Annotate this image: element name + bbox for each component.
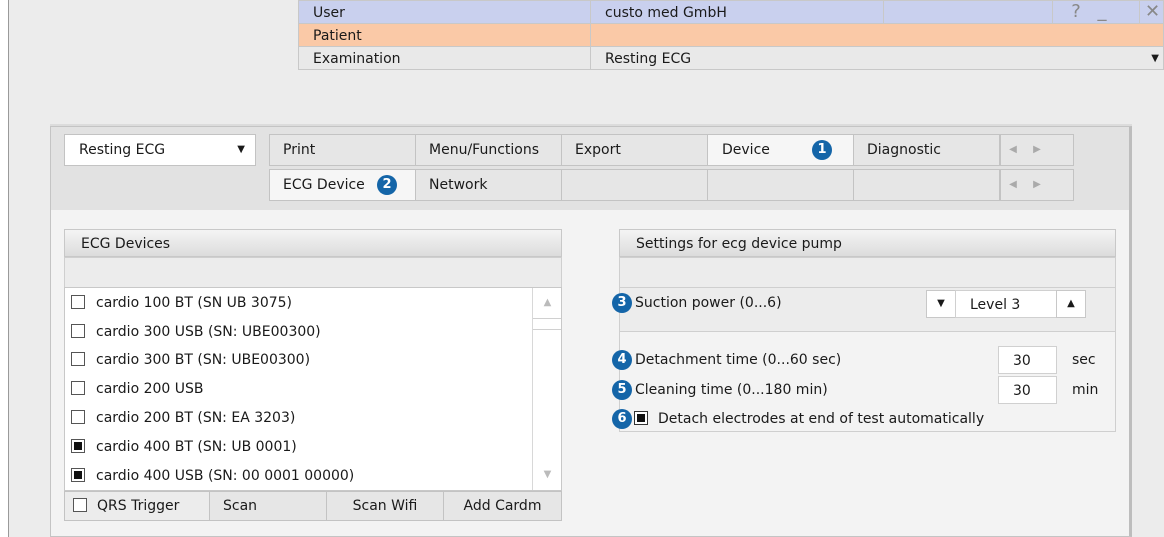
user-extra-cell	[883, 0, 1053, 24]
tab-export[interactable]: Export	[561, 134, 708, 166]
scan-wifi-button[interactable]: Scan Wifi	[326, 491, 444, 521]
detachment-time-label: Detachment time (0...60 sec)	[635, 352, 842, 368]
tab-network-label: Network	[429, 177, 488, 193]
patient-label: Patient	[298, 23, 591, 47]
tab-scroll-row2: ◀ ▶	[1000, 169, 1074, 201]
user-value: custo med GmbH	[590, 0, 884, 24]
tab-device[interactable]: Device 1	[707, 134, 854, 166]
tab-empty	[561, 169, 708, 201]
patient-value	[590, 23, 1164, 47]
chevron-down-icon: ▼	[237, 144, 245, 155]
chevron-down-icon[interactable]: ▼	[1151, 47, 1159, 69]
tab-print-label: Print	[283, 142, 316, 158]
examination-value: Resting ECG	[605, 51, 692, 67]
qrs-trigger-checkbox[interactable]: QRS Trigger	[64, 491, 210, 521]
module-select-value: Resting ECG	[79, 142, 166, 158]
pump-settings-toolbar	[619, 257, 1116, 288]
list-item-label: cardio 400 USB (SN: 00 0001 00000)	[96, 468, 355, 484]
scrollbar[interactable]: ▲ ▼	[532, 288, 561, 490]
scroll-up-icon[interactable]: ▲	[533, 288, 561, 318]
close-icon[interactable]: ✕	[1139, 1, 1163, 23]
callout-badge-3: 3	[612, 293, 632, 313]
tab-ecg-device-label: ECG Device	[283, 177, 365, 193]
chevron-right-icon[interactable]: ▶	[1025, 135, 1049, 165]
help-icon[interactable]: ?	[1063, 1, 1089, 23]
minimize-icon[interactable]: _	[1089, 1, 1115, 23]
checkbox[interactable]	[71, 410, 85, 424]
list-item-label: cardio 400 BT (SN: UB 0001)	[96, 439, 297, 455]
callout-badge-6: 6	[612, 409, 632, 429]
list-item[interactable]: cardio 400 BT (SN: UB 0001)	[71, 433, 297, 461]
scan-button[interactable]: Scan	[209, 491, 327, 521]
callout-badge-2: 2	[377, 175, 397, 195]
checkbox-checked[interactable]	[71, 439, 85, 453]
ecg-device-list[interactable]: cardio 100 BT (SN UB 3075) cardio 300 US…	[64, 287, 562, 491]
list-item-label: cardio 300 USB (SN: UBE00300)	[96, 324, 321, 340]
checkbox[interactable]	[73, 498, 87, 512]
list-item[interactable]: cardio 300 USB (SN: UBE00300)	[71, 318, 321, 346]
tab-diagnostic[interactable]: Diagnostic	[853, 134, 1000, 166]
tab-scroll-row1: ◀ ▶	[1000, 134, 1074, 166]
checkbox[interactable]	[71, 295, 85, 309]
suction-power-label: Suction power (0...6)	[635, 295, 782, 311]
suction-power-value[interactable]: Level 3	[955, 290, 1057, 318]
detachment-time-input[interactable]: 30	[998, 346, 1057, 374]
tab-menu-functions-label: Menu/Functions	[429, 142, 539, 158]
tab-network[interactable]: Network	[415, 169, 562, 201]
chevron-right-icon[interactable]: ▶	[1025, 170, 1049, 200]
examination-select[interactable]: Resting ECG ▼	[590, 46, 1164, 70]
callout-badge-1: 1	[812, 140, 832, 160]
user-label: User	[298, 0, 591, 24]
detachment-unit: sec	[1072, 352, 1096, 368]
list-item-label: cardio 100 BT (SN UB 3075)	[96, 295, 293, 311]
suction-decrease-button[interactable]: ▼	[926, 290, 956, 318]
list-item-label: cardio 300 BT (SN: UBE00300)	[96, 352, 311, 368]
checkbox-checked[interactable]	[634, 411, 648, 425]
ecg-devices-title: ECG Devices	[64, 229, 562, 257]
tab-device-label: Device	[722, 142, 770, 158]
list-item[interactable]: cardio 100 BT (SN UB 3075)	[71, 289, 292, 317]
window-controls: ? _ ✕	[1052, 0, 1164, 24]
auto-detach-checkbox[interactable]: Detach electrodes at end of test automat…	[630, 407, 984, 431]
scroll-down-icon[interactable]: ▼	[533, 460, 561, 490]
checkbox[interactable]	[71, 381, 85, 395]
auto-detach-label: Detach electrodes at end of test automat…	[658, 411, 985, 427]
suction-increase-button[interactable]: ▲	[1056, 290, 1086, 318]
list-item-label: cardio 200 BT (SN: EA 3203)	[96, 410, 296, 426]
scrollbar-thumb[interactable]	[533, 318, 561, 330]
tab-menu-functions[interactable]: Menu/Functions	[415, 134, 562, 166]
examination-label: Examination	[298, 46, 591, 70]
add-cardm-button[interactable]: Add Cardm	[443, 491, 562, 521]
cleaning-unit: min	[1072, 382, 1099, 398]
ecg-devices-toolbar	[64, 257, 562, 288]
cleaning-time-label: Cleaning time (0...180 min)	[635, 382, 828, 398]
pump-settings-title: Settings for ecg device pump	[619, 229, 1116, 257]
list-item[interactable]: cardio 200 BT (SN: EA 3203)	[71, 404, 295, 432]
tab-empty	[707, 169, 854, 201]
tab-diagnostic-label: Diagnostic	[867, 142, 941, 158]
list-item-label: cardio 200 USB	[96, 381, 204, 397]
tab-ecg-device[interactable]: ECG Device 2	[269, 169, 416, 201]
tab-export-label: Export	[575, 142, 621, 158]
checkbox[interactable]	[71, 324, 85, 338]
chevron-left-icon[interactable]: ◀	[1001, 170, 1025, 200]
list-item[interactable]: cardio 200 USB	[71, 375, 204, 403]
tab-empty	[853, 169, 1000, 201]
chevron-left-icon[interactable]: ◀	[1001, 135, 1025, 165]
module-select[interactable]: Resting ECG ▼	[64, 134, 256, 166]
qrs-trigger-label: QRS Trigger	[97, 498, 180, 514]
list-item[interactable]: cardio 300 BT (SN: UBE00300)	[71, 346, 310, 374]
checkbox-checked[interactable]	[71, 468, 85, 482]
callout-badge-4: 4	[612, 350, 632, 370]
cleaning-time-input[interactable]: 30	[998, 376, 1057, 404]
checkbox[interactable]	[71, 352, 85, 366]
callout-badge-5: 5	[612, 380, 632, 400]
tab-print[interactable]: Print	[269, 134, 416, 166]
list-item[interactable]: cardio 400 USB (SN: 00 0001 00000)	[71, 462, 354, 490]
